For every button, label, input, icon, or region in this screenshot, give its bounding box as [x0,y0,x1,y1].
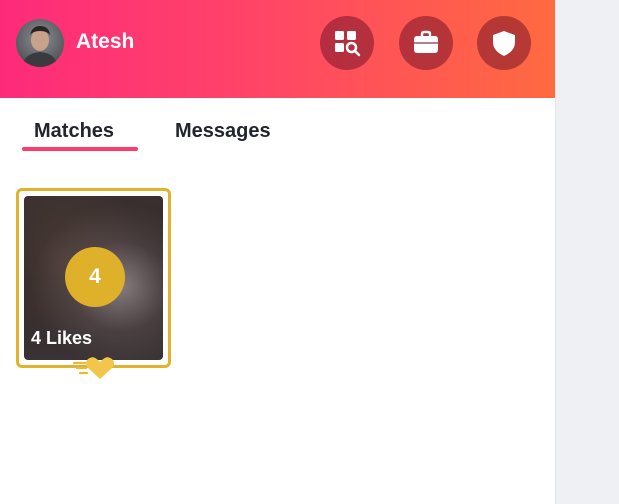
tab-messages[interactable]: Messages [175,120,271,143]
explore-icon [335,31,361,57]
active-tab-indicator [22,147,138,151]
avatar[interactable] [16,19,64,67]
briefcase-icon [414,30,438,53]
likes-card-blurred-photo: 4 4 Likes [24,196,163,360]
explore-button[interactable] [320,16,374,70]
app-header: Atesh [0,0,555,98]
shield-icon [493,31,515,56]
briefcase-button[interactable] [399,16,453,70]
safety-button[interactable] [477,16,531,70]
likes-count-badge: 4 [65,247,125,307]
likes-label: 4 Likes [31,328,93,348]
likes-card[interactable]: 4 4 Likes [16,188,171,368]
gold-heart-icon [72,357,114,379]
profile-photo [22,26,58,67]
tab-bar: Matches Messages [0,98,555,158]
tab-matches[interactable]: Matches [34,120,114,143]
username[interactable]: Atesh [76,30,134,54]
main-panel: Atesh Matches Messages 4 4 Likes [0,0,556,504]
